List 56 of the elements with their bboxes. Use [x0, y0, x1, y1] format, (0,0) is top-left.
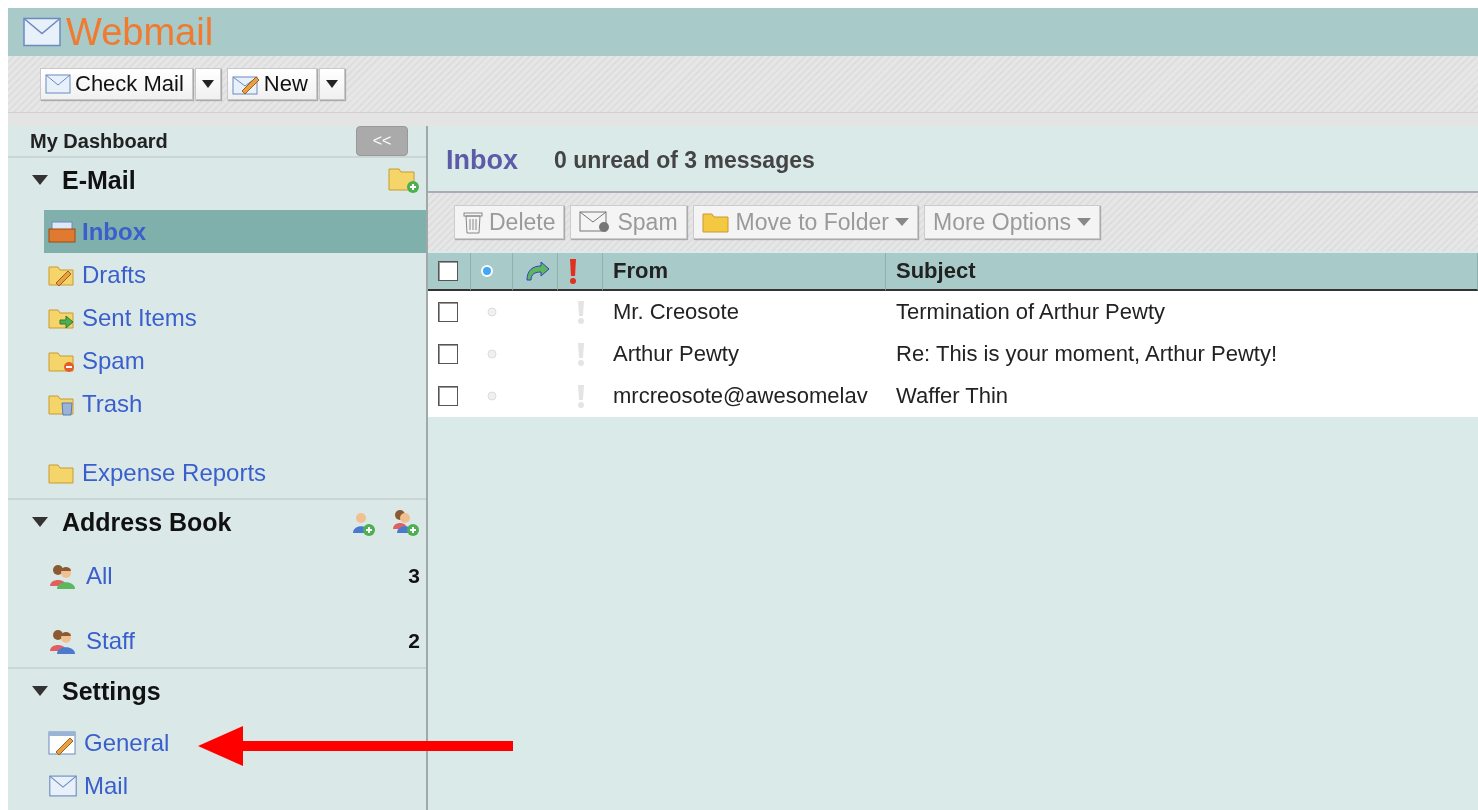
- sender-text: Arthur Pewty: [613, 341, 739, 367]
- select-all-checkbox[interactable]: [438, 261, 458, 281]
- app-logo: Webmail: [66, 12, 214, 52]
- trash-icon: [463, 210, 483, 234]
- new-folder-icon[interactable]: [388, 166, 420, 194]
- sidebar-item[interactable]: All 3: [44, 554, 426, 598]
- sidebar-item[interactable]: Expense Reports: [44, 451, 426, 494]
- envelope-icon: [48, 774, 78, 797]
- caret-icon: [1077, 218, 1092, 226]
- caret-icon: [895, 218, 909, 226]
- row-checkbox[interactable]: [438, 302, 458, 322]
- collapse-triangle-icon[interactable]: [32, 175, 48, 185]
- envelope-pencil-icon: [231, 73, 260, 95]
- priority-icon: [568, 258, 578, 284]
- section-title[interactable]: Address Book: [62, 507, 332, 537]
- sidebar-item[interactable]: Drafts: [44, 253, 426, 296]
- row-checkbox[interactable]: [438, 344, 458, 364]
- item-count: 2: [408, 629, 420, 653]
- toolbar-button[interactable]: New: [226, 68, 317, 100]
- sidebar-item[interactable]: Staff 2: [44, 619, 426, 663]
- envelope-icon: [20, 17, 64, 47]
- folder-icon: [701, 211, 730, 233]
- sidebar-item[interactable]: Spam: [44, 339, 426, 382]
- collapse-triangle-icon[interactable]: [32, 686, 48, 696]
- item-count: 3: [408, 564, 420, 588]
- message-summary: 0 unread of 3 messages: [554, 146, 815, 174]
- read-status-icon: [481, 265, 493, 277]
- caret-icon: [201, 80, 214, 88]
- toolbar-button[interactable]: Check Mail: [40, 68, 193, 100]
- column-header[interactable]: Subject: [886, 253, 1478, 291]
- inbox-tray-icon: [48, 219, 76, 244]
- column-header[interactable]: From: [603, 253, 886, 291]
- sidebar-title: My Dashboard: [30, 129, 168, 153]
- sidebar-item[interactable]: Trash: [44, 382, 426, 425]
- subject-text: Termination of Arthur Pewty: [896, 299, 1165, 325]
- dropdown-button[interactable]: [318, 68, 345, 100]
- subject-text: Waffer Thin: [896, 383, 1009, 409]
- add-group-icon[interactable]: [390, 507, 420, 537]
- sidebar-item[interactable]: General: [44, 721, 426, 764]
- folder-title: Inbox: [446, 144, 518, 176]
- sidebar-item[interactable]: Mail: [44, 764, 426, 807]
- dropdown-button[interactable]: [194, 68, 221, 100]
- section-title[interactable]: E-Mail: [62, 165, 374, 195]
- sidebar-item[interactable]: Inbox: [44, 210, 426, 253]
- window-pencil-icon: [48, 729, 78, 756]
- sender-text: Mr. Creosote: [613, 299, 739, 325]
- envelope-icon: [579, 211, 612, 233]
- envelope-icon: [45, 74, 71, 94]
- collapse-triangle-icon[interactable]: [32, 517, 48, 527]
- sender-text: mrcreosote@awesomelav: [613, 383, 868, 409]
- section-title[interactable]: Settings: [62, 676, 420, 706]
- subject-text: Re: This is your moment, Arthur Pewty!: [896, 341, 1278, 367]
- sidebar-item[interactable]: Sent Items: [44, 296, 426, 339]
- row-checkbox[interactable]: [438, 386, 458, 406]
- collapse-button[interactable]: <<: [356, 126, 408, 156]
- caret-icon: [325, 80, 338, 88]
